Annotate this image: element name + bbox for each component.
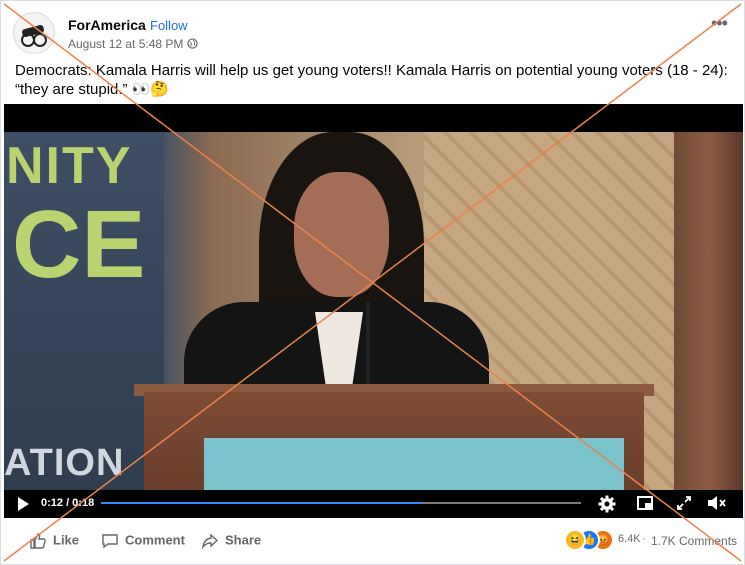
comment-bubble-icon — [102, 534, 118, 549]
video-player[interactable]: NITY CE ATION 0:12 / 0:18 — [4, 104, 743, 518]
comment-button[interactable]: Comment — [101, 532, 185, 550]
backdrop-banner: NITY CE ATION — [4, 132, 164, 490]
settings-gear-icon[interactable] — [598, 495, 616, 517]
video-controls: 0:12 / 0:18 — [4, 490, 743, 518]
microphone — [366, 302, 370, 392]
share-button[interactable]: Share — [201, 532, 261, 550]
name-separator: · — [141, 17, 146, 32]
post-text: Democrats: Kamala Harris will help us ge… — [15, 62, 728, 98]
like-label: Like — [53, 532, 80, 548]
more-options-icon[interactable]: ••• — [711, 13, 728, 34]
share-label: Share — [225, 532, 262, 548]
reaction-count[interactable]: 6.4K — [618, 533, 641, 545]
comments-count[interactable]: 1.7K Comments — [651, 534, 737, 548]
comment-label: Comment — [125, 532, 185, 548]
globe-icon — [187, 38, 198, 49]
like-button[interactable]: Like — [29, 532, 79, 550]
fullscreen-icon[interactable] — [676, 495, 692, 515]
video-frame[interactable]: NITY CE ATION — [4, 132, 743, 490]
share-arrow-icon — [201, 533, 219, 550]
podium-sign — [204, 438, 624, 490]
post-timestamp[interactable]: August 12 at 5:48 PM · — [68, 37, 191, 51]
facebook-post: ForAmerica · Follow August 12 at 5:48 PM… — [0, 0, 745, 565]
cannon-logo-icon — [14, 13, 54, 53]
speaker-face — [294, 172, 389, 297]
progress-fill — [101, 502, 422, 504]
banner-text-top: NITY — [6, 137, 133, 195]
volume-muted-icon[interactable] — [707, 495, 727, 515]
wood-column — [674, 132, 743, 490]
reaction-separator: · — [642, 533, 646, 545]
video-time: 0:12 / 0:18 — [41, 497, 95, 509]
follow-button[interactable]: Follow — [150, 18, 188, 33]
progress-bar[interactable] — [101, 502, 581, 504]
play-icon[interactable] — [18, 497, 29, 511]
haha-icon: 😆 — [564, 529, 586, 551]
page-avatar[interactable] — [13, 12, 55, 54]
thumbs-up-icon — [30, 533, 46, 549]
banner-text-bottom: ATION — [4, 442, 125, 484]
picture-in-picture-icon[interactable] — [637, 495, 653, 515]
banner-text-middle: CE — [12, 191, 146, 298]
page-name[interactable]: ForAmerica — [68, 17, 146, 33]
